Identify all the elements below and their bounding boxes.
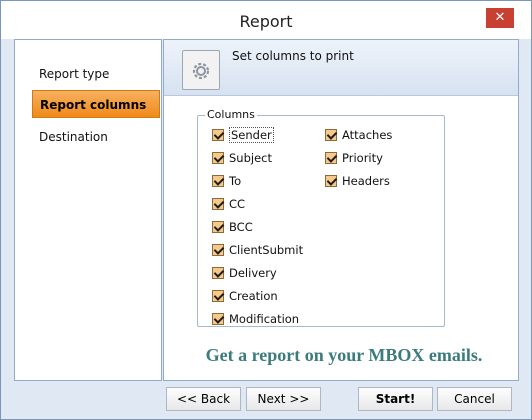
checkbox-checked-icon <box>212 267 224 279</box>
next-button[interactable]: Next >> <box>246 387 321 411</box>
title-bar: Report ✕ <box>1 1 531 39</box>
checkbox-clientsubmit[interactable]: ClientSubmit <box>212 241 303 259</box>
step-report-type[interactable]: Report type <box>15 60 161 88</box>
checkbox-checked-icon <box>212 313 224 325</box>
checkbox-modification[interactable]: Modification <box>212 310 299 328</box>
wizard-steps-panel: Report type Report columns Destination <box>14 39 162 381</box>
checkbox-label: Delivery <box>229 266 277 280</box>
checkbox-label: BCC <box>229 220 253 234</box>
checkbox-to[interactable]: To <box>212 172 241 190</box>
cancel-button[interactable]: Cancel <box>437 387 512 411</box>
promo-text: Get a report on your MBOX emails. <box>205 345 483 365</box>
checkbox-label: Sender <box>229 127 274 143</box>
checkbox-label: Modification <box>229 312 300 326</box>
columns-group: Columns Sender Subject To CC BCC ClientS… <box>197 108 445 328</box>
checkbox-label: ClientSubmit <box>229 243 304 257</box>
checkbox-delivery[interactable]: Delivery <box>212 264 277 282</box>
gear-document-icon <box>182 50 220 90</box>
window-title: Report <box>239 12 293 31</box>
report-window: Report ✕ Report type Report columns Dest… <box>0 0 532 420</box>
checkbox-label: To <box>229 174 242 188</box>
panel-header: Set columns to print <box>164 40 518 96</box>
checkbox-checked-icon <box>212 244 224 256</box>
panel-header-text: Set columns to print <box>232 49 354 63</box>
close-icon[interactable]: ✕ <box>486 8 514 28</box>
checkbox-label: Subject <box>229 151 272 165</box>
step-destination[interactable]: Destination <box>15 123 161 151</box>
checkbox-label: Priority <box>342 151 383 165</box>
checkbox-subject[interactable]: Subject <box>212 149 272 167</box>
back-button[interactable]: << Back <box>166 387 241 411</box>
checkbox-cc[interactable]: CC <box>212 195 245 213</box>
checkbox-checked-icon <box>212 129 224 141</box>
checkbox-label: CC <box>229 197 246 211</box>
wizard-content: Report type Report columns Destination S… <box>14 39 519 381</box>
checkbox-checked-icon <box>212 175 224 187</box>
checkbox-checked-icon <box>212 290 224 302</box>
columns-panel: Set columns to print Columns Sender Subj… <box>163 39 519 381</box>
checkbox-label: Attaches <box>342 128 393 142</box>
checkbox-checked-icon <box>212 198 224 210</box>
checkbox-priority[interactable]: Priority <box>325 149 383 167</box>
checkbox-label: Headers <box>342 174 390 188</box>
checkbox-checked-icon <box>325 175 337 187</box>
checkbox-bcc[interactable]: BCC <box>212 218 253 236</box>
button-bar: << Back Next >> Start! Cancel <box>14 383 519 413</box>
checkbox-headers[interactable]: Headers <box>325 172 390 190</box>
columns-group-title: Columns <box>205 108 257 121</box>
checkbox-checked-icon <box>212 221 224 233</box>
checkbox-sender[interactable]: Sender <box>212 126 274 144</box>
checkbox-checked-icon <box>212 152 224 164</box>
checkbox-checked-icon <box>325 129 337 141</box>
step-report-columns[interactable]: Report columns <box>32 90 160 118</box>
checkbox-attaches[interactable]: Attaches <box>325 126 392 144</box>
checkbox-label: Creation <box>229 289 278 303</box>
start-button[interactable]: Start! <box>358 387 433 411</box>
checkbox-checked-icon <box>325 152 337 164</box>
checkbox-creation[interactable]: Creation <box>212 287 278 305</box>
